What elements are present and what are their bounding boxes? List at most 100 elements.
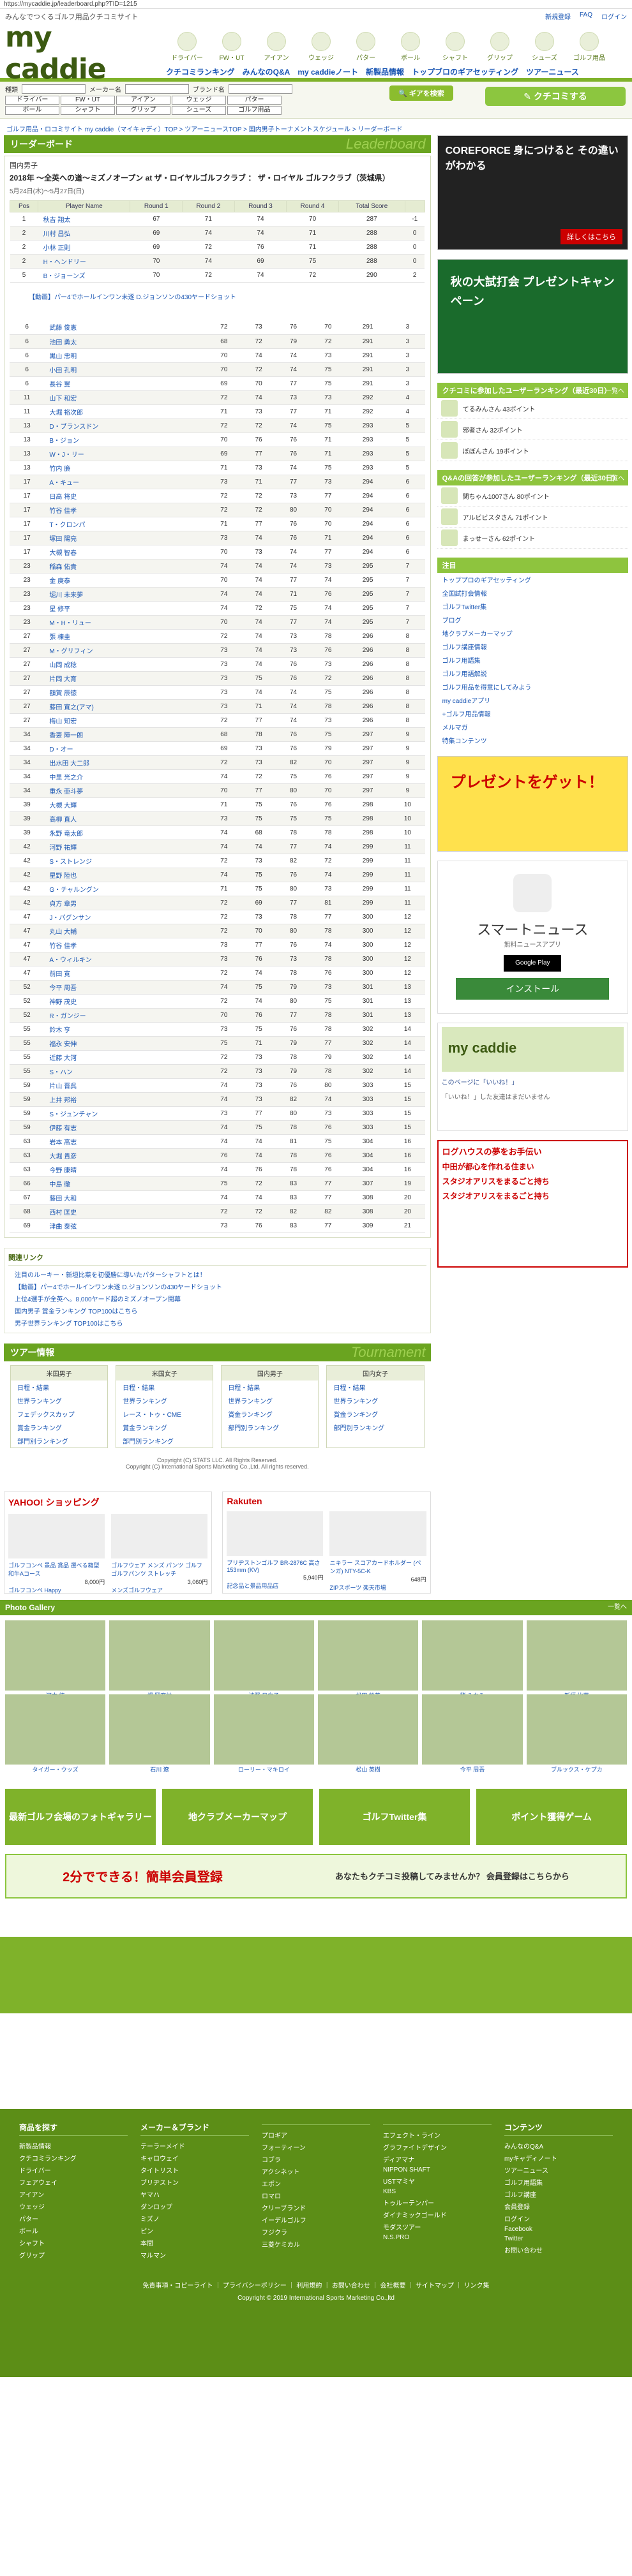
player-name[interactable]: 香妻 陣一朗 [44, 727, 207, 742]
player-name[interactable]: 中島 徹 [44, 1176, 207, 1191]
chumoku-link[interactable]: 全国試打会情報 [437, 586, 628, 600]
footer-link[interactable]: プロギア [262, 2129, 370, 2141]
player-name[interactable]: 永野 竜太郎 [44, 825, 207, 840]
tour-link[interactable]: 日程・結果 [11, 1381, 107, 1394]
player-name[interactable]: 黒山 忠明 [44, 348, 207, 363]
ranking-more-link[interactable]: 一覧へ [605, 385, 624, 395]
player-name[interactable]: 星 修平 [44, 601, 207, 616]
footer-link[interactable]: ゴルフ用語集 [504, 2176, 613, 2188]
player-name[interactable]: T・クロンパ [44, 517, 207, 531]
chumoku-link[interactable]: トッププロのギアセッティング [437, 573, 628, 586]
player-name[interactable]: B・ジョーンズ [38, 268, 130, 283]
player-name[interactable]: 重永 亜斗夢 [44, 783, 207, 798]
gallery-photo[interactable]: 河本 結 [5, 1620, 106, 1699]
player-name[interactable]: 大堀 貴彦 [44, 1148, 207, 1163]
player-name[interactable]: 長谷 翼 [44, 376, 207, 391]
tour-link[interactable]: レース・トゥ・CME [116, 1407, 213, 1421]
player-name[interactable]: 山下 和宏 [44, 390, 207, 405]
tour-link[interactable]: 部門別ランキング [222, 1421, 318, 1434]
chumoku-link[interactable]: メルマガ [437, 720, 628, 734]
player-name[interactable]: 丸山 大輔 [44, 924, 207, 938]
gallery-photo[interactable]: 畑 岡奈紗 [109, 1620, 210, 1699]
player-name[interactable]: 河野 祐輝 [44, 840, 207, 854]
search-goods-button[interactable]: ゴルフ用品 [227, 106, 282, 115]
chumoku-link[interactable]: ゴルフ用品を得意にしてみよう [437, 680, 628, 693]
player-name[interactable]: 近藤 大河 [44, 1050, 207, 1065]
footer-links[interactable]: 免責事項・コピーライト ｜ プライバシーポリシー ｜ 利用規約 ｜ お問い合わせ… [19, 2280, 613, 2290]
player-name[interactable]: M・H・リュー [44, 615, 207, 630]
category-shaft[interactable]: シャフト [435, 32, 475, 62]
footer-link[interactable]: myキャディノート [504, 2152, 613, 2164]
footer-link[interactable]: エフェクト・ライン [383, 2129, 492, 2141]
search-grip-button[interactable]: グリップ [116, 106, 170, 115]
player-name[interactable]: 前田 寛 [44, 966, 207, 981]
tour-link[interactable]: 日程・結果 [116, 1381, 213, 1394]
category-shoes[interactable]: シューズ [525, 32, 564, 62]
footer-link[interactable]: アイアン [19, 2188, 128, 2200]
player-name[interactable]: 上井 邦裕 [44, 1092, 207, 1107]
footer-link[interactable]: ピン [140, 2224, 249, 2237]
footer-link[interactable]: ヤマハ [140, 2188, 249, 2200]
qa-user-2[interactable]: アルビビスタさん 71ポイント [437, 507, 628, 528]
footer-link[interactable]: ダイナミックゴールド [383, 2209, 492, 2221]
nav-tour-news[interactable]: ツアーニュース [526, 66, 579, 77]
player-name[interactable]: 大堀 裕次郎 [44, 404, 207, 419]
site-logo[interactable]: my caddie [5, 22, 146, 85]
shidakai-ad[interactable]: 秋の大試打会 プレゼントキャンペーン [437, 259, 628, 374]
tour-link[interactable]: 世界ランキング [116, 1394, 213, 1407]
fb-like-button[interactable]: このページに「いいね！」 [442, 1077, 624, 1086]
text-ad[interactable]: ログハウスの夢をお手伝い 中田が都心を作れる住まい スタジオアリスをまるごと持ち… [437, 1140, 628, 1268]
gear-search-button[interactable]: 🔍 ギアを検索 [389, 85, 453, 101]
gallery-photo[interactable]: 今平 周吾 [422, 1694, 523, 1773]
footer-link[interactable]: KBS [383, 2187, 492, 2196]
player-name[interactable]: 塚田 陽亮 [44, 531, 207, 545]
player-name[interactable]: 鈴木 亨 [44, 1022, 207, 1037]
nav-new-products[interactable]: 新製品情報 [366, 66, 404, 77]
footer-link[interactable]: Facebook [504, 2224, 613, 2234]
footer-link[interactable]: パター [19, 2212, 128, 2224]
footer-link[interactable]: テーラーメイド [140, 2140, 249, 2152]
rakuten-item-1[interactable]: ブリヂストンゴルフ BR-2876C 高さ153mm (KV) 5,940円 記念品… [227, 1511, 324, 1592]
tour-link[interactable]: 部門別ランキング [327, 1421, 423, 1434]
tour-link[interactable]: 日程・結果 [327, 1381, 423, 1394]
category-ball[interactable]: ボール [391, 32, 430, 62]
player-name[interactable]: 武藤 俊憲 [44, 320, 207, 335]
faq-link[interactable]: FAQ [580, 11, 592, 21]
tour-link[interactable]: 賞金ランキング [222, 1407, 318, 1421]
video-note-link[interactable]: 【動画】パー4でホールインワン未遂 D.ジョンソンの430ヤードショット [10, 283, 425, 320]
present-banner[interactable]: プレゼントをゲット！ [437, 756, 628, 852]
footer-link[interactable]: 会員登録 [504, 2200, 613, 2212]
footer-link[interactable]: マルマン [140, 2249, 249, 2261]
related-link-4[interactable]: 国内男子 賞金ランキング TOP100はこちら [8, 1305, 426, 1317]
chumoku-link[interactable]: ブログ [437, 613, 628, 626]
nav-note[interactable]: my caddieノート [297, 66, 358, 77]
related-link-1[interactable]: 注目のルーキー・新垣比菜を初優勝に導いたパターシャフトとは！ [8, 1268, 426, 1280]
player-name[interactable]: D・オー [44, 741, 207, 756]
player-name[interactable]: 堀川 未来夢 [44, 587, 207, 602]
footer-link[interactable]: クリーブランド [262, 2202, 370, 2214]
search-iron-button[interactable]: アイアン [116, 96, 170, 105]
tour-link[interactable]: 部門別ランキング [11, 1434, 107, 1447]
point-game-banner[interactable]: ポイント獲得ゲーム [476, 1788, 627, 1845]
footer-link[interactable]: 三菱ケミカル [262, 2238, 370, 2250]
player-name[interactable]: 池田 勇太 [44, 334, 207, 349]
ranking-user-3[interactable]: ぽぽんさん 19ポイント [437, 440, 628, 461]
category-grip[interactable]: グリップ [480, 32, 520, 62]
player-name[interactable]: 小田 孔明 [44, 362, 207, 377]
footer-link[interactable]: ミズノ [140, 2212, 249, 2224]
footer-link[interactable]: モダスツアー [383, 2221, 492, 2233]
player-name[interactable]: 額賀 辰徳 [44, 685, 207, 700]
footer-link[interactable]: N.S.PRO [383, 2233, 492, 2242]
footer-link[interactable]: トゥルーテンパー [383, 2196, 492, 2209]
gallery-photo[interactable]: ローリー・マキロイ [213, 1694, 314, 1773]
player-name[interactable]: W・J・リー [44, 447, 207, 461]
gallery-photo[interactable]: ブルックス・ケプカ [526, 1694, 627, 1773]
category-wedge[interactable]: ウェッジ [301, 32, 341, 62]
footer-link[interactable]: ログイン [504, 2212, 613, 2224]
search-driver-button[interactable]: ドライバー [5, 96, 59, 105]
footer-link[interactable]: グリップ [19, 2249, 128, 2261]
maker-map-banner[interactable]: 地クラブメーカーマップ [162, 1788, 313, 1845]
maker-select[interactable] [125, 84, 189, 94]
player-name[interactable]: S・ストレンジ [44, 854, 207, 868]
chumoku-link[interactable]: my caddieアプリ [437, 693, 628, 707]
